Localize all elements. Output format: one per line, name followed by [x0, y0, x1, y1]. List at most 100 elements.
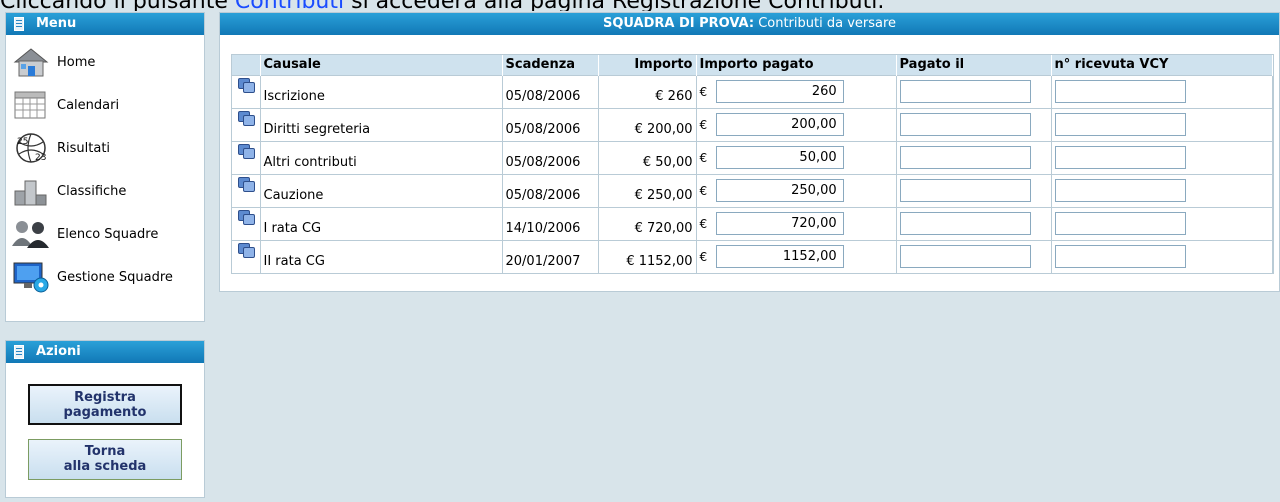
column-header: Importo pagato	[696, 55, 897, 75]
menu-item-label: Classifiche	[57, 184, 127, 199]
house-icon	[11, 44, 57, 82]
table-row: Diritti segreteria 05/08/2006 € 200,00 € 20…	[232, 107, 1273, 141]
ricevuta-input[interactable]	[1054, 245, 1186, 269]
pagato-il-cell	[896, 173, 1052, 207]
causale-cell: I rata CG	[260, 206, 503, 240]
importo-cell: € 260	[598, 74, 697, 108]
scadenza-cell: 05/08/2006	[502, 107, 599, 141]
pagato-il-input[interactable]	[899, 80, 1031, 103]
importo-pagato-input[interactable]: 1152,00	[715, 245, 844, 269]
pagato-il-cell	[896, 107, 1052, 141]
document-icon	[14, 345, 24, 359]
menu-panel: Menu Home Calendari 25 23 Risultati Clas…	[5, 12, 205, 322]
scadenza-cell: 20/01/2007	[502, 239, 599, 273]
row-icon-cell	[232, 140, 261, 174]
ricevuta-cell	[1051, 140, 1273, 174]
column-header: Importo	[598, 55, 697, 75]
detail-icon[interactable]	[237, 242, 255, 258]
menu-item-home[interactable]: Home	[6, 41, 204, 84]
ricevuta-cell	[1051, 74, 1273, 108]
scadenza-cell: 05/08/2006	[502, 140, 599, 174]
ricevuta-input[interactable]	[1054, 80, 1186, 103]
importo-pagato-input[interactable]: 720,00	[715, 212, 844, 235]
importo-pagato-input[interactable]: 200,00	[715, 113, 844, 136]
panel-subtitle: Contributi da versare	[758, 16, 897, 31]
detail-icon[interactable]	[237, 143, 255, 159]
ricevuta-input[interactable]	[1054, 212, 1186, 235]
ricevuta-input[interactable]	[1054, 113, 1186, 136]
button-line: alla scheda	[63, 459, 147, 474]
detail-icon[interactable]	[237, 77, 255, 93]
importo-cell: € 1152,00	[598, 239, 697, 273]
currency-symbol: €	[699, 117, 708, 132]
causale-cell: Diritti segreteria	[260, 107, 503, 141]
causale-cell: Altri contributi	[260, 140, 503, 174]
scadenza-cell: 05/08/2006	[502, 74, 599, 108]
ricevuta-cell	[1051, 107, 1273, 141]
importo-pagato-cell: € 250,00	[696, 173, 897, 207]
pagato-il-input[interactable]	[899, 212, 1031, 235]
row-icon-cell	[232, 107, 261, 141]
currency-symbol: €	[699, 249, 708, 264]
team-name: SQUADRA DI PROVA:	[602, 16, 755, 31]
menu-item-elenco-squadre[interactable]: Elenco Squadre	[6, 213, 204, 256]
document-icon	[14, 17, 24, 31]
menu-item-label: Calendari	[57, 98, 120, 113]
currency-symbol: €	[699, 183, 708, 198]
detail-icon[interactable]	[237, 209, 255, 225]
ricevuta-input[interactable]	[1054, 179, 1186, 202]
header-icon-cell	[232, 55, 261, 75]
currency-symbol: €	[699, 216, 708, 231]
menu-item-gestione-squadre[interactable]: Gestione Squadre	[6, 256, 204, 299]
importo-cell: € 200,00	[598, 107, 697, 141]
pagato-il-input[interactable]	[899, 113, 1031, 136]
people-icon	[11, 216, 57, 254]
pagato-il-input[interactable]	[899, 146, 1031, 169]
table-row: Cauzione 05/08/2006 € 250,00 € 250,00	[232, 173, 1273, 207]
causale-cell: Cauzione	[260, 173, 503, 207]
ricevuta-cell	[1051, 173, 1273, 207]
menu-item-label: Home	[57, 55, 96, 70]
column-header: Pagato il	[896, 55, 1052, 75]
column-header: n° ricevuta VCY	[1051, 55, 1273, 75]
detail-icon[interactable]	[237, 176, 255, 192]
scadenza-cell: 14/10/2006	[502, 206, 599, 240]
actions-title: Azioni	[36, 344, 81, 359]
importo-pagato-input[interactable]: 250,00	[715, 179, 844, 202]
menu-title: Menu	[36, 16, 77, 31]
currency-symbol: €	[699, 84, 708, 99]
panel-title: SQUADRA DI PROVA: Contributi da versare	[220, 13, 1279, 35]
monitor-gear-icon	[11, 259, 57, 297]
row-icon-cell	[232, 74, 261, 108]
ricevuta-input[interactable]	[1054, 146, 1186, 169]
menu-item-label: Risultati	[57, 141, 111, 156]
svg-text:25: 25	[17, 137, 28, 147]
detail-icon[interactable]	[237, 110, 255, 126]
button-line: Torna	[84, 444, 126, 459]
pagato-il-input[interactable]	[899, 245, 1031, 269]
importo-pagato-input[interactable]: 50,00	[715, 146, 844, 169]
svg-text:23: 23	[35, 153, 46, 163]
ball-icon: 25 23	[11, 130, 57, 168]
pagato-il-cell	[896, 239, 1052, 273]
caption-link[interactable]: Contributi	[235, 0, 344, 11]
importo-pagato-cell: € 720,00	[696, 206, 897, 240]
actions-header: Azioni	[6, 341, 204, 363]
menu-item-label: Elenco Squadre	[57, 227, 159, 242]
menu-item-classifiche[interactable]: Classifiche	[6, 170, 204, 213]
podium-icon	[11, 173, 57, 211]
importo-pagato-cell: € 260	[696, 74, 897, 108]
button-line: pagamento	[63, 405, 147, 420]
menu-item-risultati[interactable]: 25 23 Risultati	[6, 127, 204, 170]
importo-cell: € 720,00	[598, 206, 697, 240]
registra-pagamento-button[interactable]: Registra pagamento	[28, 384, 182, 425]
menu-item-calendari[interactable]: Calendari	[6, 84, 204, 127]
ricevuta-cell	[1051, 239, 1273, 273]
contributions-panel: SQUADRA DI PROVA: Contributi da versare …	[219, 12, 1280, 292]
pagato-il-input[interactable]	[899, 179, 1031, 202]
column-header: Causale	[260, 55, 503, 75]
causale-cell: II rata CG	[260, 239, 503, 273]
torna-alla-scheda-button[interactable]: Torna alla scheda	[28, 439, 182, 480]
pagato-il-cell	[896, 74, 1052, 108]
importo-pagato-input[interactable]: 260	[715, 80, 844, 103]
